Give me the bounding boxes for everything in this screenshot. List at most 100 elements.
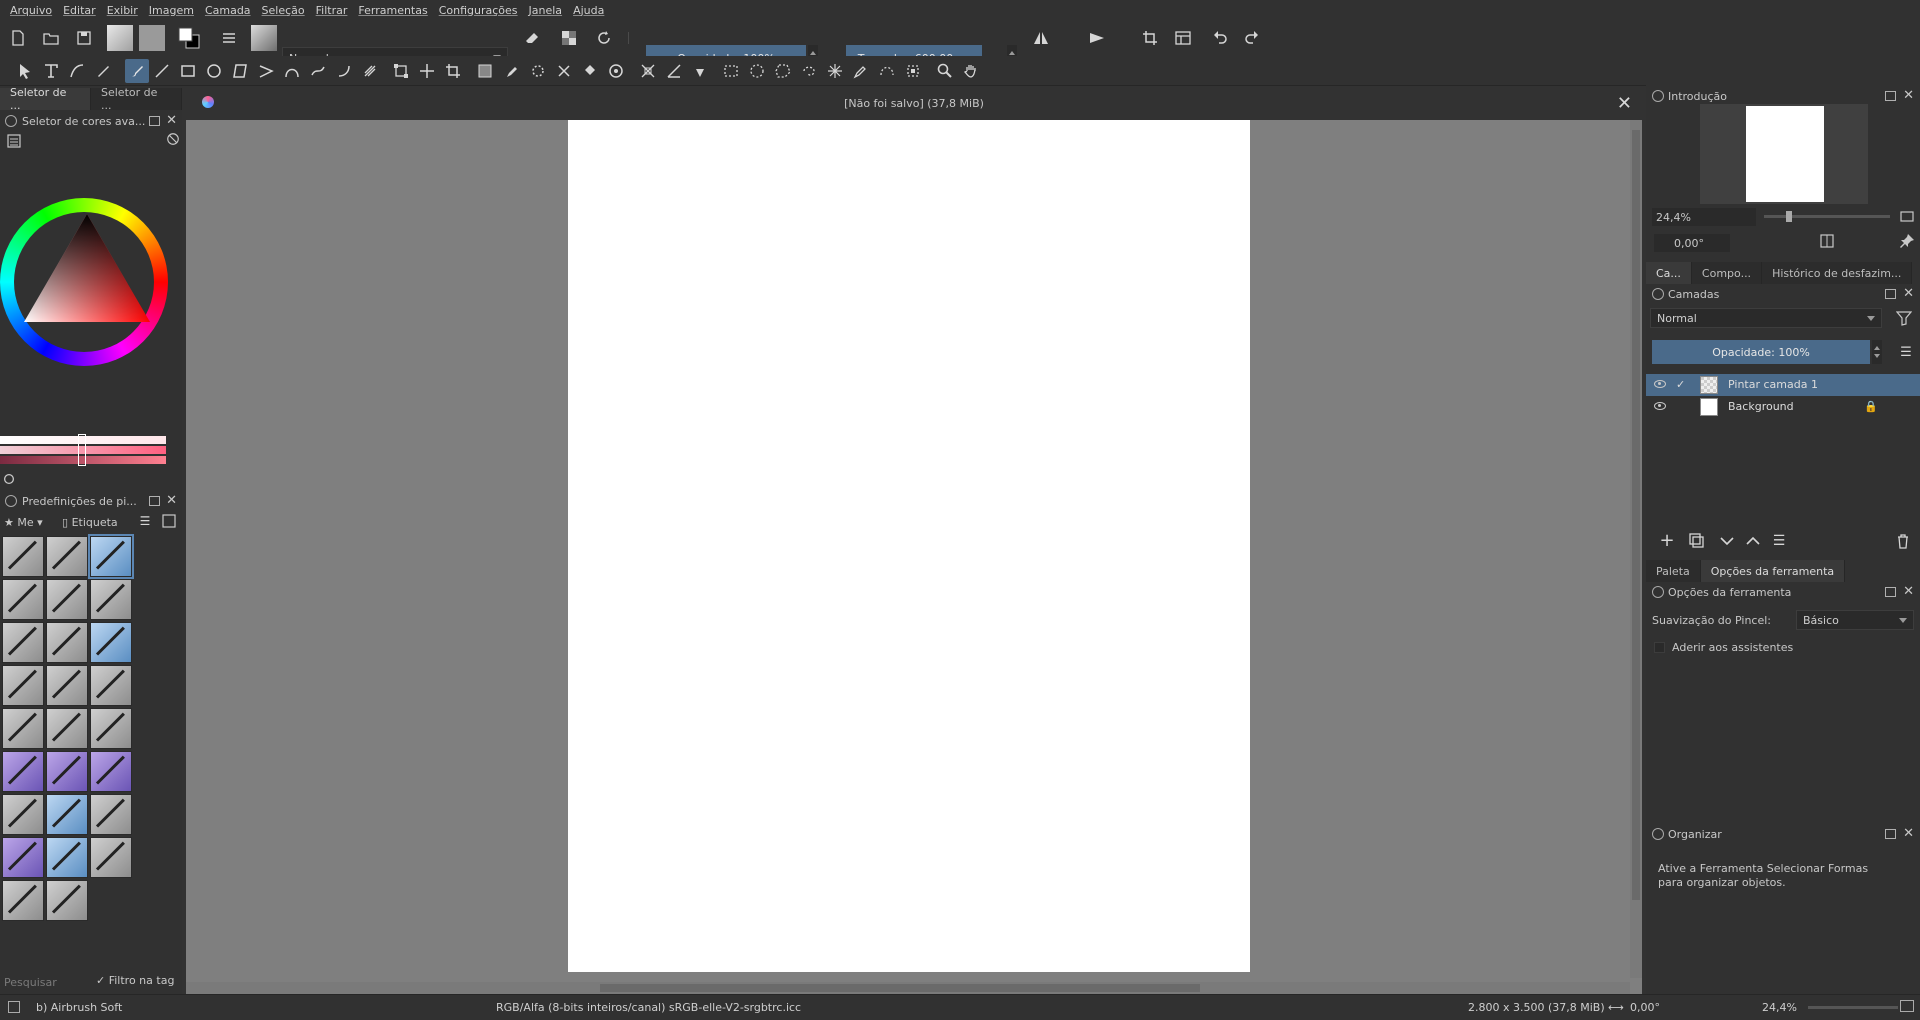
foreground-background-color-icon[interactable] [176, 25, 202, 51]
color-slider-handle[interactable] [78, 434, 86, 466]
canvas-only-icon[interactable] [1172, 27, 1194, 49]
close-docker-icon[interactable]: ✕ [1903, 584, 1914, 599]
dock-lock-icon[interactable] [5, 115, 17, 127]
layer-name[interactable]: Background [1728, 400, 1794, 413]
mirror-vertical-icon[interactable] [1086, 27, 1108, 49]
overview-zoom-slider[interactable] [1764, 211, 1890, 222]
tab-undo-history[interactable]: Histórico de desfazim... [1762, 262, 1913, 284]
reference-images-tool-icon[interactable] [689, 60, 711, 82]
assistant-tool-icon[interactable] [637, 60, 659, 82]
float-docker-icon[interactable] [1885, 289, 1896, 299]
float-docker-icon[interactable] [1885, 587, 1896, 597]
pan-tool-icon[interactable] [960, 60, 982, 82]
eraser-mode-icon[interactable] [521, 27, 543, 49]
layer-name[interactable]: Pintar camada 1 [1728, 378, 1818, 391]
visibility-eye-icon[interactable] [1654, 380, 1666, 388]
gradient-tool-icon[interactable] [474, 60, 496, 82]
float-docker-icon[interactable] [1885, 829, 1896, 839]
menu-janela[interactable]: Janela [529, 4, 563, 17]
layer-row[interactable]: Background 🔒 [1646, 396, 1920, 418]
brush-preset[interactable] [90, 837, 132, 878]
magnetic-selection-tool-icon[interactable] [902, 60, 924, 82]
delete-layer-icon[interactable] [1892, 530, 1914, 552]
move-layer-down-icon[interactable] [1716, 530, 1738, 552]
drawing-canvas[interactable] [568, 120, 1250, 972]
menu-exibir[interactable]: Exibir [107, 4, 138, 17]
open-document-icon[interactable] [40, 27, 62, 49]
fit-screen-icon[interactable] [1900, 1000, 1914, 1012]
brush-preset[interactable] [90, 579, 132, 620]
brush-preset[interactable] [46, 751, 88, 792]
layer-properties-icon[interactable]: ☰ [1768, 530, 1790, 552]
close-docker-icon[interactable]: ✕ [1903, 286, 1914, 301]
tab-advanced-color-selector[interactable]: Seletor de ... [0, 86, 91, 112]
tag-dropdown[interactable]: ▯ Etiqueta [62, 513, 118, 531]
brush-preset[interactable] [90, 708, 132, 749]
brush-preset[interactable] [2, 536, 44, 577]
brush-preset-icon[interactable] [251, 25, 277, 51]
layer-opacity-spin[interactable] [1872, 340, 1882, 364]
move-layer-up-icon[interactable] [1742, 530, 1764, 552]
float-docker-icon[interactable] [149, 496, 160, 506]
filter-layers-icon[interactable] [1894, 308, 1914, 328]
close-docker-icon[interactable]: ✕ [166, 113, 177, 128]
freehand-selection-tool-icon[interactable] [798, 60, 820, 82]
brush-preset[interactable] [46, 708, 88, 749]
layer-opacity-slider[interactable]: Opacidade: 100% [1652, 340, 1870, 364]
brush-smoothing-select[interactable]: Básico [1796, 610, 1914, 630]
dock-lock-icon[interactable] [1652, 586, 1664, 598]
saturation-value-triangle[interactable] [24, 214, 150, 322]
menu-configuracoes[interactable]: Configurações [439, 4, 518, 17]
bezier-tool-icon[interactable] [281, 60, 303, 82]
color-selector-settings-icon[interactable] [6, 133, 22, 149]
tab-tool-options[interactable]: Opções da ferramenta [1700, 560, 1846, 582]
pattern-swatch-icon[interactable] [139, 25, 165, 51]
reset-color-icon[interactable] [166, 132, 180, 146]
move-tool-icon[interactable] [416, 60, 438, 82]
visibility-eye-icon[interactable] [1654, 402, 1666, 410]
brush-preset[interactable] [2, 837, 44, 878]
zoom-slider[interactable] [1808, 1006, 1898, 1009]
brush-preset[interactable] [2, 880, 44, 921]
tab-layers[interactable]: Ca... [1646, 262, 1692, 284]
zoom-tool-icon[interactable] [934, 60, 956, 82]
brush-preset[interactable] [2, 665, 44, 706]
overview-rotation-spin[interactable]: 0,00° [1654, 234, 1730, 252]
lock-icon[interactable]: 🔒 [1864, 400, 1878, 413]
rectangular-selection-tool-icon[interactable] [720, 60, 742, 82]
menu-ajuda[interactable]: Ajuda [573, 4, 604, 17]
canvas-zoom-value[interactable]: 24,4% [1762, 1001, 1797, 1014]
menu-imagem[interactable]: Imagem [149, 4, 194, 17]
fit-view-icon[interactable] [1898, 208, 1916, 226]
tab-palette[interactable]: Paleta [1646, 560, 1701, 582]
polyline-tool-icon[interactable] [255, 60, 277, 82]
edit-shapes-tool-icon[interactable] [66, 60, 88, 82]
layer-blend-mode-select[interactable]: Normal [1650, 308, 1882, 328]
overview-zoom-select[interactable]: 24,4% [1652, 208, 1756, 226]
new-document-icon[interactable] [7, 27, 29, 49]
rectangle-tool-icon[interactable] [177, 60, 199, 82]
redo-icon[interactable] [1241, 27, 1263, 49]
calligraphy-tool-icon[interactable] [92, 60, 114, 82]
dock-lock-icon[interactable] [5, 495, 17, 507]
undo-icon[interactable] [1209, 27, 1231, 49]
brush-preset[interactable] [2, 579, 44, 620]
dock-lock-icon[interactable] [1652, 288, 1664, 300]
brush-preset[interactable] [90, 794, 132, 835]
freehand-brush-tool-icon[interactable] [125, 59, 149, 83]
fill-tool-icon[interactable] [579, 60, 601, 82]
brush-preset[interactable] [46, 536, 88, 577]
wrap-around-icon[interactable] [1139, 27, 1161, 49]
float-docker-icon[interactable] [149, 116, 160, 126]
bezier-selection-tool-icon[interactable] [876, 60, 898, 82]
select-shapes-tool-icon[interactable] [14, 60, 36, 82]
menu-filtrar[interactable]: Filtrar [316, 4, 348, 17]
import-preset-icon[interactable] [160, 512, 178, 530]
polygon-tool-icon[interactable] [229, 60, 251, 82]
similar-color-selection-tool-icon[interactable] [850, 60, 872, 82]
text-tool-icon[interactable] [40, 60, 62, 82]
crop-tool-icon[interactable] [442, 60, 464, 82]
float-docker-icon[interactable] [1885, 91, 1896, 101]
vertical-scrollbar[interactable] [1630, 120, 1642, 978]
layer-check-icon[interactable]: ✓ [1676, 378, 1685, 391]
